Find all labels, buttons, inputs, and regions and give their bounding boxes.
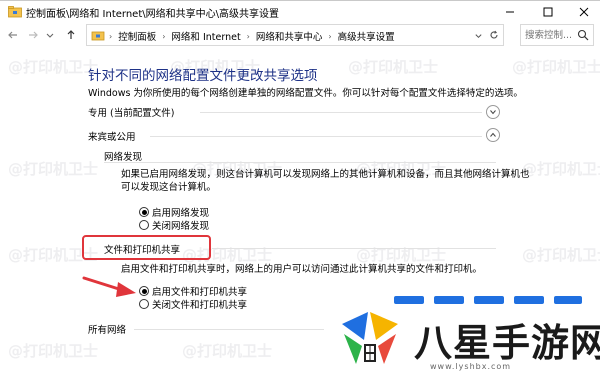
watermark: @打印机卫士 (8, 342, 99, 360)
radio-selected-dot (141, 209, 147, 215)
radio-label: 关闭网络发现 (152, 221, 210, 232)
forward-arrow-icon (29, 31, 38, 39)
logo-emblem-icon (342, 312, 398, 364)
maximize-button[interactable] (530, 1, 566, 23)
address-dropdown-button[interactable] (471, 28, 485, 42)
search-box[interactable] (520, 24, 594, 46)
red-arrow-icon (82, 276, 136, 297)
breadcrumb-network-sharing-center[interactable]: 网络和共享中心 (256, 29, 323, 43)
network-discovery-line1: 如果已启用网络发现，则这台计算机可以发现网络上的其他计算机和设备，而且其他网络计… (121, 169, 530, 180)
radio-button[interactable] (139, 299, 149, 309)
divider (104, 162, 496, 163)
search-icon (577, 29, 589, 41)
watermark: @打印机卫士 (512, 58, 600, 76)
search-input[interactable] (525, 28, 577, 42)
maximize-icon (543, 7, 553, 17)
chevron-down-icon (474, 33, 482, 38)
breadcrumb: › 控制面板 › 网络和 Internet › 网络和共享中心 › 高级共享设置 (109, 29, 395, 44)
logo-text: 八星手游网 (414, 321, 600, 365)
breadcrumb-network-internet[interactable]: 网络和 Internet (171, 29, 240, 43)
breadcrumb-control-panel[interactable]: 控制面板 (118, 29, 156, 43)
breadcrumb-separator-icon: › (246, 31, 250, 41)
page-title: 针对不同的网络配置文件更改共享选项 (88, 68, 318, 84)
radio-button[interactable] (139, 207, 149, 217)
close-button[interactable] (566, 1, 600, 23)
radio-selected-dot (141, 288, 147, 294)
radio-file-sharing-on[interactable]: 启用文件和打印机共享 (139, 284, 247, 298)
collapse-guest-button[interactable] (486, 128, 500, 142)
site-logo: 八星手游网 www.lyshbx.com (326, 298, 600, 375)
radio-label: 关闭文件和打印机共享 (152, 300, 248, 311)
watermark: @打印机卫士 (522, 246, 600, 264)
navigation-bar: › 控制面板 › 网络和 Internet › 网络和共享中心 › 高级共享设置 (0, 22, 600, 48)
network-discovery-line2: 可以发现这台计算机。 (121, 182, 217, 193)
network-folder-icon (8, 6, 22, 18)
expand-private-button[interactable] (486, 105, 500, 119)
network-folder-icon (91, 31, 105, 41)
watermark: @打印机卫士 (8, 58, 99, 76)
page-description: Windows 为你所使用的每个网络创建单独的网络配置文件。你可以针对每个配置文… (88, 88, 523, 99)
refresh-icon (490, 30, 498, 39)
up-button[interactable] (62, 26, 80, 44)
chevron-down-icon (490, 110, 496, 115)
radio-label: 启用网络发现 (152, 208, 210, 219)
address-bar[interactable]: › 控制面板 › 网络和 Internet › 网络和共享中心 › 高级共享设置 (86, 24, 504, 46)
radio-button[interactable] (139, 220, 149, 230)
watermark: @打印机卫士 (8, 160, 99, 178)
watermark: @打印机卫士 (182, 342, 273, 360)
radio-network-discovery-off[interactable]: 关闭网络发现 (139, 218, 209, 232)
refresh-button[interactable] (487, 28, 501, 42)
forward-button[interactable] (24, 26, 42, 44)
section-guest-header[interactable]: 来宾或公用 (88, 129, 136, 143)
recent-dropdown-button[interactable] (44, 26, 56, 44)
title-bar: 控制面板\网络和 Internet\网络和共享中心\高级共享设置 (0, 0, 600, 22)
breadcrumb-separator-icon: › (109, 31, 113, 41)
radio-button[interactable] (139, 286, 149, 296)
radio-label: 启用文件和打印机共享 (152, 287, 248, 298)
breadcrumb-advanced-sharing[interactable]: 高级共享设置 (338, 29, 395, 43)
minimize-icon (506, 11, 514, 13)
chevron-up-icon (490, 132, 496, 137)
file-sharing-description: 启用文件和打印机共享时，网络上的用户可以访问通过此计算机共享的文件和打印机。 (121, 264, 483, 275)
logo-url: www.lyshbx.com (430, 362, 512, 371)
divider (134, 329, 324, 330)
chevron-down-icon (46, 33, 54, 38)
watermark: @打印机卫士 (348, 58, 439, 76)
breadcrumb-separator-icon: › (162, 31, 166, 41)
section-all-networks-header[interactable]: 所有网络 (88, 322, 126, 336)
watermark: @打印机卫士 (522, 160, 600, 178)
minimize-button[interactable] (492, 1, 528, 23)
radio-network-discovery-on[interactable]: 启用网络发现 (139, 205, 209, 219)
divider (150, 136, 482, 137)
back-arrow-icon (8, 31, 17, 39)
network-discovery-title: 网络发现 (104, 152, 143, 163)
divider (200, 112, 482, 113)
highlight-box (82, 235, 211, 260)
back-button[interactable] (4, 26, 22, 44)
close-icon (579, 7, 589, 17)
breadcrumb-separator-icon: › (328, 31, 332, 41)
divider (212, 248, 496, 249)
up-arrow-icon (67, 30, 75, 39)
window-title: 控制面板\网络和 Internet\网络和共享中心\高级共享设置 (26, 9, 279, 20)
section-private-header[interactable]: 专用 (当前配置文件) (88, 105, 174, 119)
radio-file-sharing-off[interactable]: 关闭文件和打印机共享 (139, 297, 247, 311)
logo-decoration (394, 296, 582, 304)
